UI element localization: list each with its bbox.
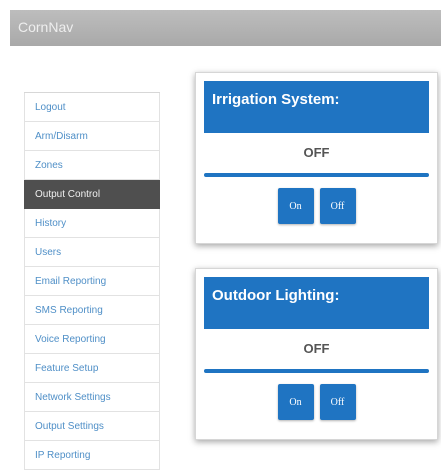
sidebar-item-logout[interactable]: Logout [24,93,160,122]
sidebar-item-output-settings[interactable]: Output Settings [24,412,160,441]
sidebar-item-sms-reporting[interactable]: SMS Reporting [24,296,160,325]
app-title: CornNav [18,19,74,35]
sidebar-item-arm-disarm[interactable]: Arm/Disarm [24,122,160,151]
sidebar-item-voice-reporting[interactable]: Voice Reporting [24,325,160,354]
sidebar-item-history[interactable]: History [24,209,160,238]
sidebar-item-output-control[interactable]: Output Control [24,180,160,209]
on-button[interactable]: On [277,188,314,224]
sidebar-item-email-reporting[interactable]: Email Reporting [24,267,160,296]
output-status: OFF [303,341,330,356]
off-button[interactable]: Off [319,384,356,420]
sidebar-item-network-settings[interactable]: Network Settings [24,383,160,412]
sidebar-item-ip-reporting[interactable]: IP Reporting [24,441,160,470]
sidebar-item-feature-setup[interactable]: Feature Setup [24,354,160,383]
sidebar-item-zones[interactable]: Zones [24,151,160,180]
output-button-group: On Off [204,373,429,420]
off-button[interactable]: Off [319,188,356,224]
on-button[interactable]: On [277,384,314,420]
output-button-group: On Off [204,177,429,224]
sidebar-item-users[interactable]: Users [24,238,160,267]
output-status: OFF [303,145,330,160]
output-panel-outdoor-lighting: Outdoor Lighting: OFF On Off [195,268,438,440]
output-panel-irrigation: Irrigation System: OFF On Off [195,72,438,244]
app-header: CornNav [10,10,441,46]
output-title: Outdoor Lighting: [204,277,429,329]
output-title: Irrigation System: [204,81,429,133]
sidebar-nav: Logout Arm/Disarm Zones Output Control H… [24,92,160,470]
